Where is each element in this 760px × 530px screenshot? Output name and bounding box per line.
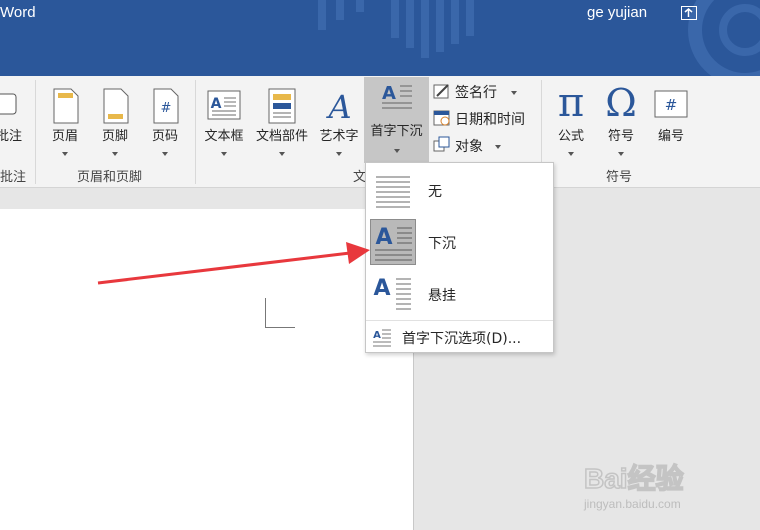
drop-cap-dropped-label: 下沉 — [428, 236, 456, 252]
page-number-icon: # — [153, 88, 179, 124]
equation-button[interactable]: π 公式 — [549, 80, 593, 170]
drop-cap-dropped-item[interactable]: A 下沉 — [366, 216, 553, 268]
drop-cap-margin-item[interactable]: A 悬挂 — [366, 268, 553, 320]
word-window: { "app": { "title": "Word", "user": "ge … — [0, 0, 760, 530]
group-label-header-footer: 页眉和页脚 — [77, 170, 143, 185]
chevron-down-icon — [618, 152, 624, 156]
drop-cap-margin-icon: A — [373, 276, 411, 310]
chevron-down-icon — [495, 145, 501, 149]
drop-cap-none-item[interactable]: 无 — [366, 164, 553, 216]
document-page[interactable] — [0, 209, 414, 530]
comment-label: 批注 — [0, 129, 23, 144]
group-label-symbols: 符号 — [606, 170, 633, 185]
group-separator — [35, 80, 36, 184]
equation-icon: π — [558, 80, 584, 122]
omega-icon: Ω — [605, 81, 637, 122]
drop-cap-options-icon: A — [373, 329, 391, 347]
header-button[interactable]: 页眉 — [44, 80, 86, 170]
page-number-label: 页码 — [151, 129, 178, 144]
object-button[interactable]: 对象 — [433, 134, 513, 156]
drop-cap-margin-label: 悬挂 — [428, 288, 456, 304]
wordart-button[interactable]: A 艺术字 — [316, 80, 362, 170]
text-box-icon: A — [207, 90, 241, 120]
baidu-jingyan-watermark: Bai经验 — [583, 461, 684, 495]
wordart-label: 艺术字 — [319, 129, 359, 144]
svg-text:#: # — [161, 101, 172, 116]
number-button[interactable]: # 编号 — [649, 80, 693, 170]
quick-parts-icon — [268, 88, 296, 124]
svg-text:A: A — [373, 330, 381, 341]
group-label-comments: 批注 — [0, 170, 27, 185]
svg-text:#: # — [665, 96, 678, 114]
svg-text:Ω: Ω — [605, 81, 637, 122]
drop-cap-button[interactable]: A 首字下沉 — [364, 77, 429, 163]
chevron-down-icon — [511, 91, 517, 95]
object-icon — [433, 136, 450, 152]
symbol-button[interactable]: Ω 符号 — [599, 80, 643, 170]
equation-label: 公式 — [557, 129, 584, 144]
text-box-button[interactable]: A 文本框 — [200, 80, 248, 170]
chevron-down-icon — [336, 152, 342, 156]
drop-cap-options-label: 首字下沉选项(D)... — [402, 331, 522, 347]
chevron-down-icon — [162, 152, 168, 156]
title-bar: Word ge yujian — [0, 0, 760, 76]
date-time-label: 日期和时间 — [455, 112, 525, 128]
ribbon-display-options-icon[interactable] — [681, 6, 697, 20]
drop-cap-none-icon — [376, 176, 410, 208]
quick-parts-button[interactable]: 文档部件 — [250, 80, 314, 170]
date-time-button[interactable]: 日期和时间 — [433, 107, 533, 129]
date-time-icon — [433, 110, 450, 126]
number-icon: # — [654, 90, 688, 118]
header-label: 页眉 — [51, 129, 78, 144]
svg-text:A: A — [325, 88, 351, 124]
text-box-label: 文本框 — [204, 129, 244, 144]
drop-cap-icon: A — [381, 83, 412, 109]
watermark-url: jingyan.baidu.com — [584, 497, 681, 511]
svg-text:A: A — [375, 225, 392, 250]
comment-button[interactable]: 批注 — [0, 80, 30, 170]
quick-parts-label: 文档部件 — [255, 129, 308, 144]
page-number-button[interactable]: # 页码 — [144, 80, 186, 170]
chevron-down-icon — [62, 152, 68, 156]
group-separator — [195, 80, 196, 184]
signature-line-icon — [433, 84, 449, 99]
chevron-down-icon — [112, 152, 118, 156]
svg-text:A: A — [211, 96, 222, 112]
svg-text:A: A — [382, 83, 396, 104]
drop-cap-none-label: 无 — [428, 184, 442, 200]
wordart-icon: A — [325, 88, 351, 124]
number-label: 编号 — [657, 129, 684, 144]
svg-text:π: π — [558, 80, 584, 122]
symbol-label: 符号 — [607, 129, 634, 144]
svg-text:A: A — [373, 276, 390, 301]
app-title: Word — [0, 4, 36, 21]
footer-icon — [103, 88, 129, 124]
signature-line-label: 签名行 — [455, 85, 497, 101]
footer-label: 页脚 — [101, 129, 128, 144]
drop-cap-dropped-icon: A — [370, 219, 416, 265]
chevron-down-icon — [393, 149, 400, 153]
header-icon — [53, 88, 79, 124]
user-name[interactable]: ge yujian — [587, 4, 647, 21]
menu-divider — [366, 320, 553, 321]
signature-line-button[interactable]: 签名行 — [433, 80, 523, 102]
footer-button[interactable]: 页脚 — [94, 80, 136, 170]
chevron-down-icon — [568, 152, 574, 156]
comment-icon — [0, 93, 17, 115]
paragraph-corner-mark — [265, 298, 295, 328]
drop-cap-menu: 无 A 下沉 A 悬挂 A 首字下沉选项(D)... — [365, 162, 554, 353]
chevron-down-icon — [279, 152, 285, 156]
watermark-brand: Bai经验 — [584, 462, 684, 494]
drop-cap-label: 首字下沉 — [370, 124, 423, 139]
object-label: 对象 — [455, 139, 483, 155]
drop-cap-options-item[interactable]: A 首字下沉选项(D)... — [366, 325, 553, 351]
chevron-down-icon — [221, 152, 227, 156]
